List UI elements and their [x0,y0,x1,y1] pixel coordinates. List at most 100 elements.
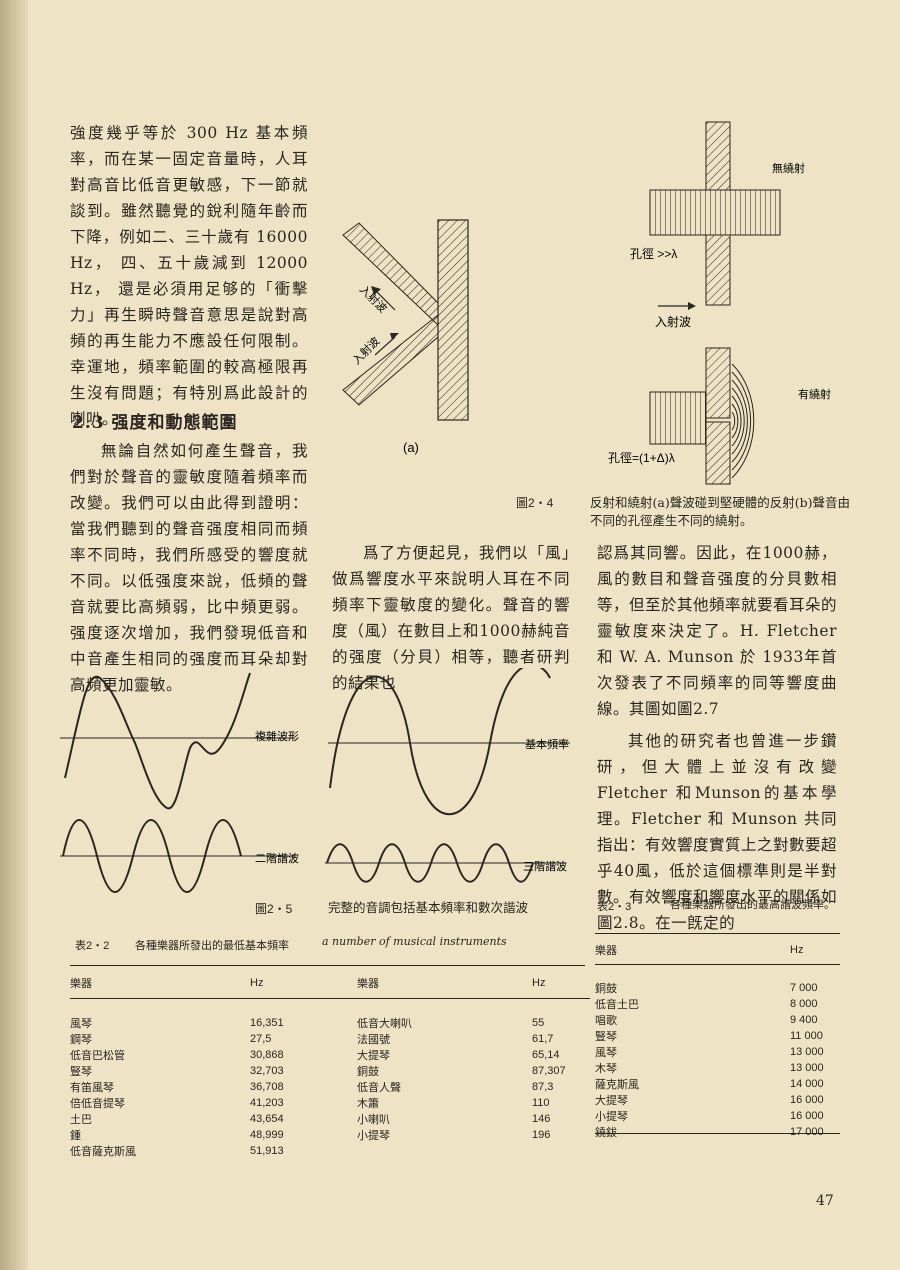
table-cell: 豎琴 [595,1031,617,1044]
table-cell: 薩克斯風 [595,1079,639,1092]
table-row: 銅鼓 7 000 [595,980,840,996]
complex-waveform [64,672,251,810]
second-harmonic-label: 二階諧波 [255,851,299,865]
fundamental-waveform [329,668,551,816]
upper-wall-bottom [705,234,731,306]
table-row: 小提琴 16 000 [595,1108,840,1124]
table-cell: 13 000 [790,1046,824,1059]
table-cell: 低音大喇叭 [357,1017,412,1030]
table-row: 土巴 43,654 小喇叭 146 [70,1111,590,1127]
table-2-3-title: 各種樂器所發出的最高諧波頻率。 [670,899,835,911]
wavefront-no-diffraction [649,189,781,236]
table-2-2: 樂器 Hz 樂器 Hz 風琴 16,351 低音大喇叭 55 鋼琴 27,5 法國號 61,… [70,968,590,1159]
table-2-2-header-hz-2: Hz [532,977,546,989]
figure-2-5-waveforms: 複雜波形 基本頻率 二階諧波 三階諧波 [60,668,570,893]
table-cell: 8 000 [790,998,818,1011]
table-2-2-header-hz-1: Hz [250,977,264,989]
table-row: 豎琴 32,703 銅鼓 87,307 [70,1063,590,1079]
table-cell: 低音人聲 [357,1081,401,1094]
table-row: 鍾 48,999 小提琴 196 [70,1127,590,1143]
table-cell: 豎琴 [70,1065,92,1078]
table-row: 風琴 16,351 低音大喇叭 55 [70,1015,590,1031]
table-cell: 銅鼓 [595,983,617,996]
table-cell: 30,868 [250,1048,284,1061]
table-2-3-number: 表2・3 [597,901,632,913]
table-cell: 風琴 [70,1017,92,1030]
fundamental-label: 基本頻率 [525,737,569,751]
table-cell: 9 400 [790,1014,818,1027]
table-cell: 16 000 [790,1094,824,1107]
table-cell: 低音土巴 [595,999,639,1012]
diffracted-wavefronts [731,363,755,479]
reflected-wave-band [342,222,439,327]
table-2-3-header-instrument: 樂器 [595,945,617,957]
table-cell: 146 [532,1112,551,1125]
table-cell: 110 [532,1096,550,1109]
figure-2-5-caption: 完整的音調包括基本頻率和數次諧波 [328,900,529,915]
table-row: 唱歌 9 400 [595,1012,840,1028]
table-cell: 43,654 [250,1112,284,1125]
table-row: 有笛風琴 36,708 低音人聲 87,3 [70,1079,590,1095]
table-cell: 48,999 [250,1128,284,1141]
table-2-3-header-hz: Hz [790,944,804,956]
table-cell: 有笛風琴 [70,1081,114,1094]
incident-arrow-icon [390,333,399,340]
table-2-3: 樂器 Hz 銅鼓 7 000 低音土巴 8 000 唱歌 9 400 豎琴 11 000… [595,936,840,1140]
figure-2-4-caption: 反射和繞射(a)聲波碰到堅硬體的反射(b)聲音由不同的孔徑產生不同的繞射。 [590,495,850,528]
table-2-2-number: 表2・2 [75,940,110,952]
figure-2-4a-reflection-diagram: 入射波 入射波 (a) [342,219,469,455]
table-cell: 7 000 [790,982,818,995]
figure-2-4-number: 圖2・4 [516,496,554,510]
aperture-close-label: 孔徑=(1+Δ)λ [608,451,675,465]
table-cell: 小提琴 [357,1129,390,1142]
incident-wave-label-2: 入射波 [349,334,382,367]
table-row: 低音土巴 8 000 [595,996,840,1012]
table-cell: 14 000 [790,1078,824,1091]
incident-wavefront-block [649,391,707,445]
right-text-block: 認爲其同響。因此，在1000赫，風的數目和聲音强度的分貝數相等，但至於其他頻率就… [597,540,837,936]
table-cell: 倍低音提琴 [70,1097,125,1110]
figure-2-5-number: 圖2・5 [255,902,293,916]
table-cell: 51,913 [250,1144,284,1157]
table-cell: 55 [532,1016,545,1029]
lower-wall-top [705,347,731,419]
table-cell: 低音巴松管 [70,1049,125,1062]
reflecting-wall [437,219,469,421]
table-cell: 法國號 [357,1033,390,1046]
complex-waveform-label: 複雜波形 [255,729,299,743]
left-column-text-block: 強度幾乎等於 300 Hz 基本頻率，而在某一固定音量時，人耳對高音比低音更敏感… [70,120,308,432]
table-row: 薩克斯風 14 000 [595,1076,840,1092]
table-cell: 鋼琴 [70,1033,92,1046]
table-cell: 61,7 [532,1032,554,1045]
table-row: 木琴 13 000 [595,1060,840,1076]
table-cell: 36,708 [250,1080,284,1093]
table-row: 豎琴 11 000 [595,1028,840,1044]
left-column-paragraph: 強度幾乎等於 300 Hz 基本頻率，而在某一固定音量時，人耳對高音比低音更敏感… [70,124,308,428]
table-2-2-top-rule [70,965,585,966]
lower-wall-bottom [705,421,731,485]
table-row: 倍低音提琴 41,203 木簫 110 [70,1095,590,1111]
table-cell: 16,351 [250,1016,284,1029]
section-paragraph: 無論自然如何產生聲音，我們對於聲音的靈敏度隨着頻率而改變。我們可以由此得到證明：… [70,442,308,694]
incident-wave-label-3: 入射波 [655,314,691,329]
table-cell: 16 000 [790,1110,824,1123]
table-2-2-header-instrument-1: 樂器 [70,978,92,990]
table-row: 低音薩克斯風 51,913 [70,1143,590,1159]
table-cell: 87,307 [532,1064,566,1077]
section-text-block: 無論自然如何產生聲音，我們對於聲音的靈敏度隨着頻率而改變。我們可以由此得到證明：… [70,438,308,698]
diffraction-label: 有繞射 [798,387,831,401]
table-cell: 鍾 [70,1129,81,1142]
table-cell: 銅鼓 [357,1065,379,1078]
table-cell: 196 [532,1128,551,1141]
table-cell: 87,3 [532,1080,554,1093]
table-cell: 小喇叭 [357,1113,390,1126]
table-row: 低音巴松管 30,868 大提琴 65,14 [70,1047,590,1063]
page-number: 47 [816,1193,834,1209]
table-cell: 土巴 [70,1113,92,1126]
table-cell: 13 000 [790,1062,824,1075]
table-cell: 唱歌 [595,1015,617,1028]
table-cell: 木琴 [595,1063,617,1076]
right-paragraph-1: 認爲其同響。因此，在1000赫，風的數目和聲音强度的分貝數相等，但至於其他頻率就… [597,544,838,718]
no-diffraction-label: 無繞射 [772,161,805,175]
page-binding-shadow [0,0,28,1270]
